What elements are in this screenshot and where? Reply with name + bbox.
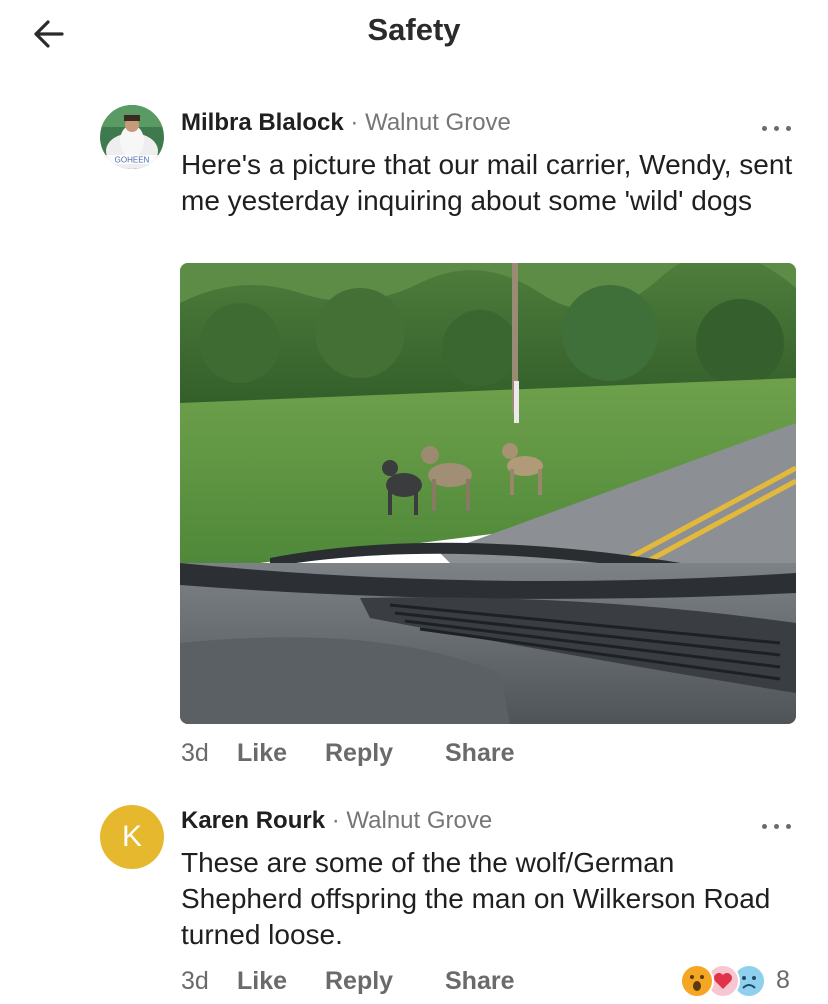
author-name[interactable]: Milbra Blalock (181, 109, 344, 136)
comment-header: Karen Rourk · Walnut Grove (181, 806, 492, 836)
top-bar: Safety (0, 0, 828, 64)
like-button[interactable]: Like (237, 966, 287, 996)
comment-header: Milbra Blalock · Walnut Grove (181, 108, 511, 138)
author-location[interactable]: Walnut Grove (346, 807, 492, 834)
avatar-badge-text: GOHEEN (115, 156, 150, 165)
more-dot (774, 824, 779, 829)
more-dot (786, 126, 791, 131)
more-options-button[interactable] (760, 816, 796, 836)
reply-button[interactable]: Reply (325, 966, 393, 996)
avatar[interactable]: GOHEEN (100, 105, 164, 169)
more-horizontal-icon (762, 126, 767, 131)
separator: · (331, 807, 340, 834)
share-button[interactable]: Share (445, 966, 514, 996)
like-button[interactable]: Like (237, 738, 287, 768)
share-button[interactable]: Share (445, 738, 514, 768)
avatar[interactable]: K (100, 805, 164, 869)
avatar-initial: K (121, 820, 142, 853)
page-title: Safety (367, 12, 461, 47)
more-dot (774, 126, 779, 131)
comment-age: 3d (181, 739, 209, 767)
more-horizontal-icon (762, 824, 767, 829)
author-name[interactable]: Karen Rourk (181, 807, 325, 834)
reaction-count: 8 (776, 966, 790, 994)
reactions-summary[interactable]: 8 (680, 964, 800, 998)
more-dot (786, 824, 791, 829)
separator: · (350, 109, 359, 136)
comment-text: Here's a picture that our mail carrier, … (181, 149, 793, 216)
reply-button[interactable]: Reply (325, 738, 393, 768)
more-options-button[interactable] (760, 118, 796, 138)
avatar-photo: GOHEEN (100, 105, 164, 169)
comment-text: These are some of the the wolf/German Sh… (181, 847, 771, 950)
photo-image (180, 263, 796, 724)
comment-age: 3d (181, 967, 209, 995)
wow-reaction-icon (680, 964, 714, 998)
attached-photo[interactable] (180, 263, 796, 724)
author-location[interactable]: Walnut Grove (365, 109, 511, 136)
